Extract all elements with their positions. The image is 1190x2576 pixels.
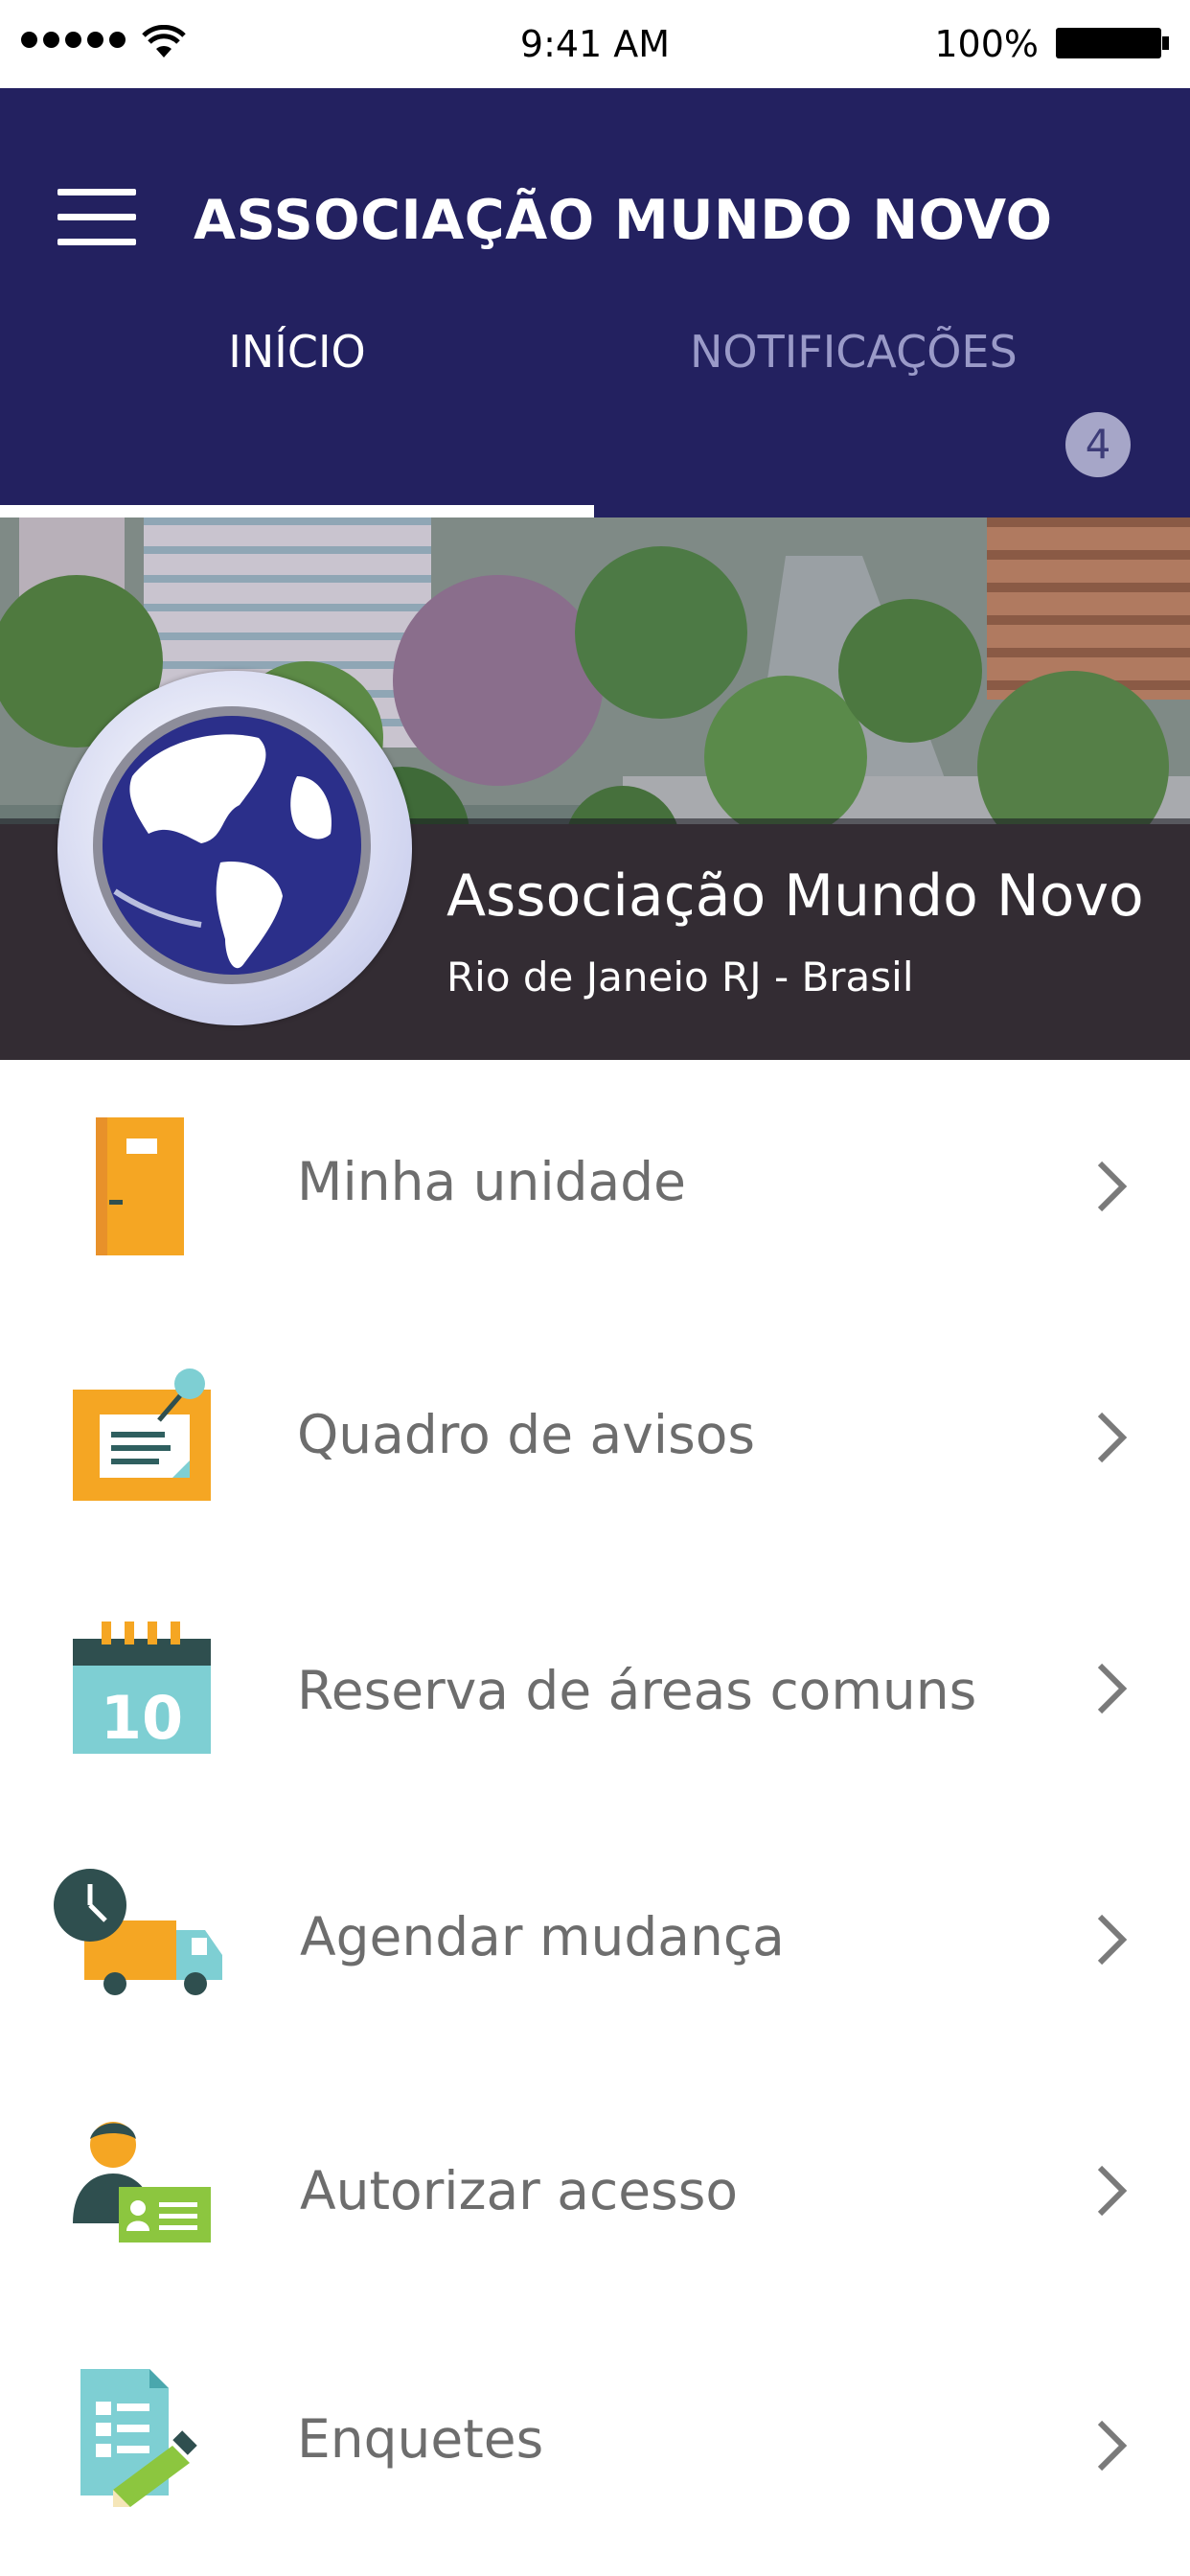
chevron-right-icon [1097, 1412, 1128, 1463]
calendar-day: 10 [101, 1683, 183, 1753]
menu-item-label: Quadro de avisos [297, 1404, 756, 1465]
door-icon [96, 1117, 184, 1255]
menu-item-autorizar-acesso[interactable]: Autorizar acesso [0, 2066, 1190, 2320]
app-title: ASSOCIAÇÃO MUNDO NOVO [194, 189, 1053, 252]
association-header: Associação Mundo Novo Rio de Janeio RJ -… [0, 518, 1190, 1060]
notice-board-icon [73, 1368, 211, 1501]
chevron-right-icon [1097, 1663, 1128, 1714]
chevron-right-icon [1097, 1161, 1128, 1212]
globe-icon [93, 706, 371, 984]
menu-item-reserva-areas-comuns[interactable]: 10 Reserva de áreas comuns [0, 1564, 1190, 1818]
survey-icon [80, 2369, 197, 2507]
status-bar: 9:41 AM 100% [0, 0, 1190, 88]
chevron-right-icon [1097, 2165, 1128, 2217]
active-tab-indicator [0, 505, 594, 518]
menu-item-label: Autorizar acesso [300, 2160, 738, 2221]
access-id-icon [73, 2122, 211, 2242]
notification-badge: 4 [1065, 412, 1131, 477]
menu-item-minha-unidade[interactable]: Minha unidade [0, 1060, 1190, 1316]
chevron-right-icon [1097, 1914, 1128, 1966]
menu-item-label: Enquetes [297, 2408, 544, 2470]
association-name: Associação Mundo Novo [446, 862, 1144, 930]
menu-item-label: Agendar mudança [300, 1906, 785, 1967]
battery-percentage: 100% [934, 23, 1039, 65]
chevron-right-icon [1097, 2420, 1128, 2472]
menu-item-agendar-mudanca[interactable]: Agendar mudança [0, 1815, 1190, 2069]
calendar-icon: 10 [73, 1622, 211, 1754]
tab-notificacoes[interactable]: NOTIFICAÇÕES [690, 326, 1018, 378]
app-bar: ASSOCIAÇÃO MUNDO NOVO [0, 88, 1190, 518]
menu-item-label: Minha unidade [297, 1151, 687, 1212]
menu-item-enquetes[interactable]: Enquetes [0, 2317, 1190, 2576]
menu-item-quadro-de-avisos[interactable]: Quadro de avisos [0, 1313, 1190, 1567]
tab-inicio[interactable]: INÍCIO [0, 326, 594, 378]
hamburger-menu-icon[interactable] [57, 189, 136, 246]
association-logo [57, 671, 412, 1025]
moving-truck-icon [54, 1869, 222, 1995]
battery-icon [1056, 28, 1169, 58]
menu-item-label: Reserva de áreas comuns [297, 1660, 977, 1721]
association-location: Rio de Janeio RJ - Brasil [446, 954, 914, 1000]
